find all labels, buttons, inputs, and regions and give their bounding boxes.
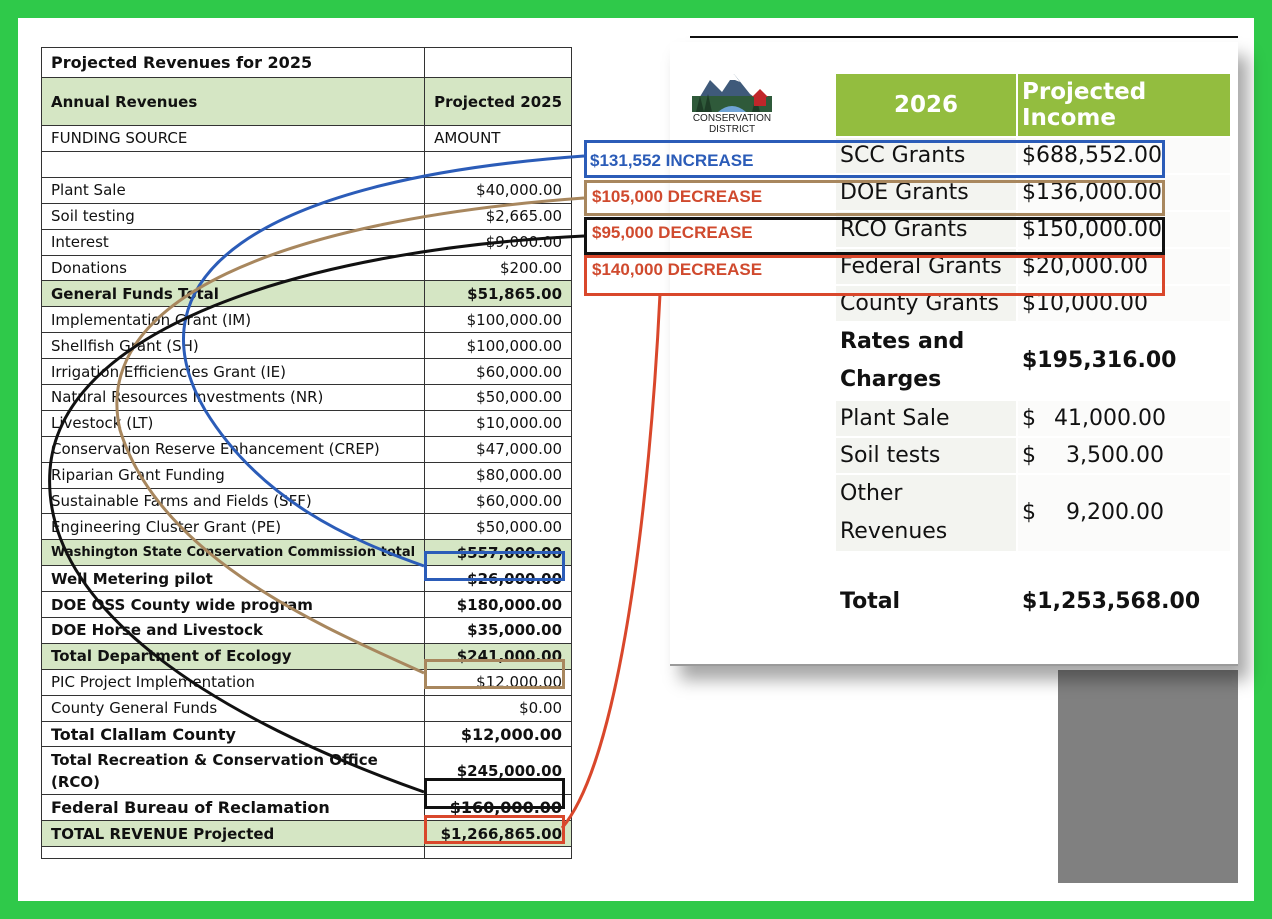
table-row: Shellfish Grant (SH) $100,000.00 [40, 332, 573, 360]
top-rule [690, 36, 1238, 38]
table-row: Natural Resources Investments (NR) $50,00… [40, 384, 573, 411]
subheader-funding-source: FUNDING SOURCE [40, 125, 426, 152]
svg-text:CONSERVATION: CONSERVATION [693, 113, 771, 124]
rco-change-label: $95,000 DECREASE [592, 223, 753, 242]
general-funds-total-row: General Funds Total $51,865.00 [40, 280, 573, 308]
doe-highlight-box [424, 659, 565, 689]
clallam-total-row: Total Clallam County $12,000.00 [40, 720, 573, 748]
wscc-highlight-box [424, 551, 565, 581]
rates-and-charges-row: Rates and Charges $195,316.00 [836, 323, 1230, 399]
conservation-district-logo: CONSERVATION DISTRICT [688, 66, 776, 136]
table-row: Donations $200.00 [40, 254, 573, 282]
table-row: DOE Horse and Livestock $35,000.00 [40, 617, 573, 644]
gray-background-block [1058, 670, 1238, 883]
table-row: Sustainable Farms and Fields (SFF) $60,00… [40, 487, 573, 515]
table-row: Plant Sale $40,000.00 [40, 176, 573, 204]
table-row: Implementation Grant (IM) $100,000.00 [40, 306, 573, 334]
table-row: Interest $9,000.00 [40, 228, 573, 256]
header-projected-income: Projected Income [1018, 74, 1230, 136]
svg-text:DISTRICT: DISTRICT [709, 124, 755, 135]
rco-highlight-box [424, 778, 565, 809]
table-row: DOE OSS County wide program $180,000.00 [40, 591, 573, 619]
reclamation-highlight-box [424, 815, 565, 844]
table-row: Livestock (LT) $10,000.00 [40, 409, 573, 437]
mountain-logo-icon: CONSERVATION DISTRICT [692, 74, 772, 135]
scc-change-label: $131,552 INCREASE [590, 151, 754, 170]
table-row: Irrigation Efficiencies Grant (IE) $60,00… [40, 358, 573, 386]
federal-change-label: $140,000 DECREASE [592, 260, 763, 279]
subheader-amount: AMOUNT [424, 125, 573, 152]
table-row: Soil testing $2,665.00 [40, 202, 573, 230]
table-row: Engineering Cluster Grant (PE) $50,000.00 [40, 513, 573, 541]
table-row: County General Funds $0.00 [40, 694, 573, 722]
header-year: 2026 [836, 74, 1016, 136]
other-revenues-row: Other Revenues $9,200.00 [836, 475, 1230, 551]
table-row: Soil tests $3,500.00 [836, 438, 1230, 473]
projected-revenues-2025-table: Projected Revenues for 2025 Annual Reven… [40, 47, 573, 860]
doe-change-label: $105,000 DECREASE [592, 187, 763, 206]
header-annual-revenues: Annual Revenues [40, 77, 426, 126]
total-row: Total $1,253,568.00 [836, 581, 1230, 621]
table-title: Projected Revenues for 2025 [40, 47, 426, 78]
table-row: Riparian Grant Funding $80,000.00 [40, 461, 573, 489]
table-row: Plant Sale $41,000.00 [836, 401, 1230, 436]
header-projected-2025: Projected 2025 [424, 77, 573, 126]
table-row: Conservation Reserve Enhancement (CREP) $… [40, 435, 573, 463]
